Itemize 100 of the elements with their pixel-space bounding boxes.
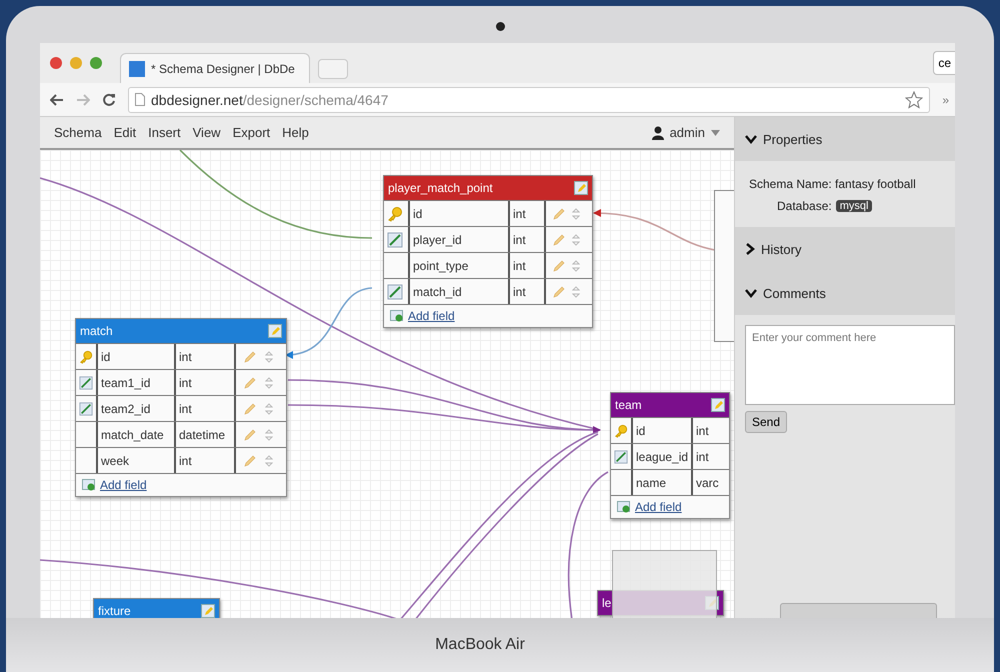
more-icon[interactable]: » xyxy=(942,92,955,106)
sort-arrows-icon[interactable] xyxy=(572,286,580,298)
field-type: varc xyxy=(695,474,720,492)
menu-item[interactable]: View xyxy=(192,125,221,140)
table-name: player_match_point xyxy=(388,181,493,195)
field-type: int xyxy=(176,344,236,369)
section-header[interactable]: History xyxy=(735,227,955,271)
table-edit-icon[interactable] xyxy=(268,324,282,338)
camera-icon xyxy=(496,22,504,31)
field-type: int xyxy=(510,227,546,252)
sort-arrows-icon[interactable] xyxy=(264,428,272,440)
field-name: match_id xyxy=(410,279,510,304)
close-window-icon[interactable] xyxy=(50,57,62,69)
field-name: league_id xyxy=(633,444,693,469)
table-edit-icon[interactable] xyxy=(574,181,588,195)
minimap[interactable] xyxy=(612,550,717,618)
chevron-down-icon xyxy=(745,134,757,144)
chevron-right-icon xyxy=(745,243,755,255)
field-name: id xyxy=(410,201,510,226)
pencil-icon[interactable] xyxy=(244,376,256,388)
add-field-link[interactable]: Add field xyxy=(635,500,682,514)
table-card[interactable]: fixture xyxy=(93,598,220,618)
table-card[interactable]: team id int league_id int name varc Add field xyxy=(610,392,730,519)
link-icon xyxy=(79,374,93,390)
field-type: datetime xyxy=(176,422,236,447)
menu-item[interactable]: Edit xyxy=(114,125,136,140)
user-icon xyxy=(652,126,664,140)
sort-arrows-icon[interactable] xyxy=(572,208,580,220)
browser-tab[interactable]: * Schema Designer | DbDe xyxy=(120,53,310,83)
field-name: id xyxy=(98,344,176,369)
pencil-icon[interactable] xyxy=(552,208,564,220)
link-icon xyxy=(614,448,628,464)
field-name: team1_id xyxy=(98,370,176,395)
field-name: week xyxy=(98,448,176,473)
sort-arrows-icon[interactable] xyxy=(264,350,272,362)
comment-field[interactable]: Enter your comment here xyxy=(745,325,955,405)
link-icon xyxy=(387,284,403,300)
field-name: player_id xyxy=(410,227,510,252)
pencil-icon[interactable] xyxy=(244,428,256,440)
pencil-icon[interactable] xyxy=(552,286,564,298)
add-field-link[interactable]: Add field xyxy=(408,309,455,323)
pencil-icon[interactable] xyxy=(244,350,256,362)
link-icon xyxy=(387,232,403,248)
forward-icon[interactable] xyxy=(76,94,90,106)
add-field-link[interactable]: Add field xyxy=(100,478,147,492)
table-card[interactable]: match id int team1_id int team2_id int match_date datetime week int Add field xyxy=(75,318,287,497)
field-type: int xyxy=(510,253,546,278)
sort-arrows-icon[interactable] xyxy=(264,376,272,388)
field-type: int xyxy=(510,279,546,304)
reload-icon[interactable] xyxy=(102,92,116,106)
favicon-icon xyxy=(129,60,145,76)
caret-icon[interactable] xyxy=(711,130,720,136)
key-icon xyxy=(614,422,628,438)
table-name: team xyxy=(615,398,642,412)
section-header[interactable]: Comments xyxy=(735,271,955,315)
user-menu[interactable]: admin xyxy=(670,125,705,140)
menu-item[interactable]: Insert xyxy=(148,125,181,140)
page-icon xyxy=(135,93,145,106)
table-name: match xyxy=(80,324,113,338)
field-type: int xyxy=(176,448,236,473)
field-type: int xyxy=(510,201,546,226)
add-field-icon xyxy=(82,479,96,491)
star-icon[interactable] xyxy=(905,90,924,108)
table-edit-icon[interactable] xyxy=(201,604,215,618)
pencil-icon[interactable] xyxy=(244,454,256,466)
menu-item[interactable]: Help xyxy=(282,125,309,140)
field-type: int xyxy=(176,370,236,395)
send-button[interactable]: Send xyxy=(745,411,788,433)
pencil-icon[interactable] xyxy=(244,402,256,414)
new-tab-button[interactable] xyxy=(318,59,348,79)
sort-arrows-icon[interactable] xyxy=(264,402,272,414)
field-type: int xyxy=(695,422,710,440)
sort-arrows-icon[interactable] xyxy=(572,260,580,272)
key-icon xyxy=(387,206,403,222)
table-edit-icon[interactable] xyxy=(711,398,725,412)
menu-item[interactable]: Schema xyxy=(54,125,102,140)
sort-arrows-icon[interactable] xyxy=(264,454,272,466)
address-field[interactable]: dbdesigner.net/designer/schema/4647 xyxy=(128,86,930,112)
pencil-icon[interactable] xyxy=(552,234,564,246)
field-name: name xyxy=(633,470,693,495)
minimize-window-icon[interactable] xyxy=(70,57,82,69)
table-card[interactable]: player_match_point id int player_id int point_type int match_id int Add field xyxy=(383,175,593,328)
extension-button[interactable]: ce xyxy=(933,51,955,75)
table-name: fixture xyxy=(98,604,131,618)
field-type: int xyxy=(176,396,236,421)
field-name: point_type xyxy=(410,253,510,278)
sort-arrows-icon[interactable] xyxy=(572,234,580,246)
panel-button[interactable] xyxy=(780,603,937,618)
section-header[interactable]: Properties xyxy=(735,117,955,161)
field-type: int xyxy=(695,448,710,466)
diagram-canvas[interactable] xyxy=(40,150,734,618)
key-icon xyxy=(79,348,93,364)
field-name: match_date xyxy=(98,422,176,447)
maximize-window-icon[interactable] xyxy=(90,57,102,69)
back-icon[interactable] xyxy=(50,94,64,106)
device-label: MacBook Air xyxy=(435,636,525,654)
add-field-icon xyxy=(617,501,631,513)
pencil-icon[interactable] xyxy=(552,260,564,272)
menu-item[interactable]: Export xyxy=(232,125,270,140)
database-badge: mysql xyxy=(836,200,872,212)
